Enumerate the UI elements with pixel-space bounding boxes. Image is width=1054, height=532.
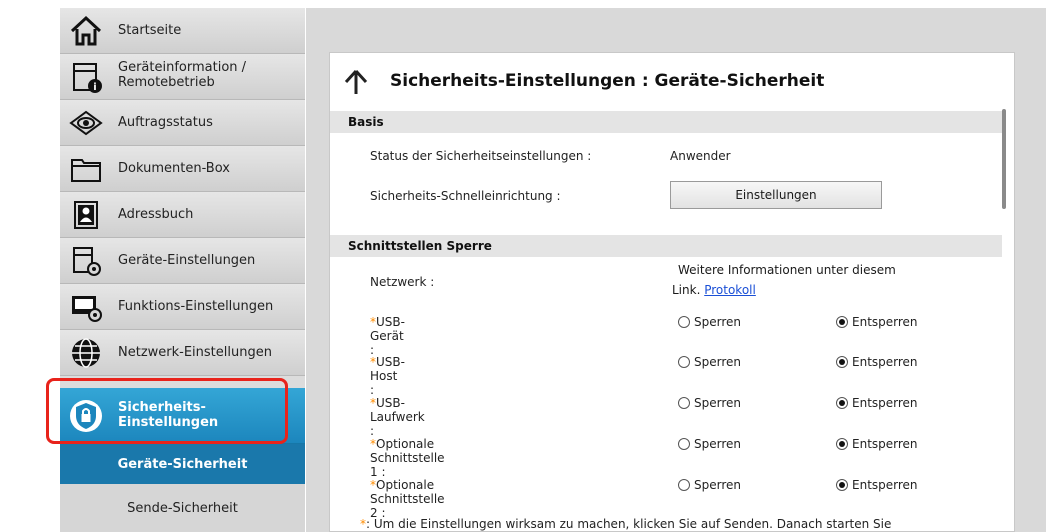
status-value: Anwender bbox=[670, 149, 731, 163]
radio-label: Entsperren bbox=[852, 355, 918, 369]
radio-unlock-usb-device[interactable]: Entsperren bbox=[836, 315, 918, 329]
section-header-basis: Basis bbox=[330, 111, 1002, 133]
interface-label: *Optionale Schnittstelle 2 : bbox=[370, 478, 445, 520]
sidebar-item-label: Geräte-Einstellungen bbox=[118, 253, 256, 268]
sidebar-item-startseite[interactable]: Startseite bbox=[60, 8, 305, 54]
content-panel: Sicherheits-Einstellungen : Geräte-Siche… bbox=[329, 52, 1015, 532]
sidebar-item-funktions-einstellungen[interactable]: Funktions-Einstellungen bbox=[60, 284, 305, 330]
sidebar-subitem-geraete-sicherheit[interactable]: Geräte-Sicherheit bbox=[60, 444, 305, 484]
app-window: Startseite i Geräteinformation / Remoteb… bbox=[0, 0, 1054, 532]
radio-circle-selected[interactable] bbox=[836, 479, 848, 491]
interface-label: *USB-Gerät : bbox=[370, 315, 405, 357]
home-icon bbox=[68, 14, 104, 48]
sidebar-item-label: Adressbuch bbox=[118, 207, 194, 222]
radio-circle[interactable] bbox=[678, 316, 690, 328]
eye-icon bbox=[68, 106, 104, 140]
interface-label: *USB-Host : bbox=[370, 355, 405, 397]
quick-setup-label: Sicherheits-Schnelleinrichtung : bbox=[370, 189, 561, 203]
address-book-icon bbox=[68, 198, 104, 232]
radio-circle-selected[interactable] bbox=[836, 438, 848, 450]
radio-lock-optional-1[interactable]: Sperren bbox=[678, 437, 741, 451]
arrow-up-icon[interactable] bbox=[344, 69, 368, 99]
radio-label: Entsperren bbox=[852, 437, 918, 451]
interface-label-text: USB-Host : bbox=[370, 355, 405, 397]
network-label: Netzwerk : bbox=[370, 275, 435, 289]
radio-label: Sperren bbox=[694, 355, 741, 369]
interface-label: *Optionale Schnittstelle 1 : bbox=[370, 437, 445, 479]
settings-button[interactable]: Einstellungen bbox=[670, 181, 882, 209]
sidebar-item-label: Netzwerk-Einstellungen bbox=[118, 345, 272, 360]
folder-icon bbox=[68, 152, 104, 186]
page-title: Sicherheits-Einstellungen : Geräte-Siche… bbox=[390, 71, 825, 91]
scrollbar[interactable] bbox=[1002, 109, 1006, 209]
sidebar-subitem-sende-sicherheit[interactable]: Sende-Sicherheit bbox=[60, 484, 305, 532]
sidebar-item-geraete-einstellungen[interactable]: Geräte-Einstellungen bbox=[60, 238, 305, 284]
sidebar-item-label: Funktions-Einstellungen bbox=[118, 299, 274, 314]
network-info-line2: Link. Protokoll bbox=[672, 283, 756, 297]
radio-label: Sperren bbox=[694, 437, 741, 451]
radio-circle-selected[interactable] bbox=[836, 356, 848, 368]
network-info-text: Link. bbox=[672, 283, 701, 297]
function-settings-icon bbox=[68, 290, 104, 324]
svg-text:i: i bbox=[93, 82, 96, 93]
sidebar: Startseite i Geräteinformation / Remoteb… bbox=[60, 8, 305, 532]
radio-unlock-usb-drive[interactable]: Entsperren bbox=[836, 396, 918, 410]
interface-label: *USB-Laufwerk : bbox=[370, 396, 425, 438]
sidebar-item-label: Auftragsstatus bbox=[118, 115, 213, 130]
highlight-box bbox=[46, 378, 288, 444]
radio-circle[interactable] bbox=[678, 479, 690, 491]
interface-label-text: Optionale Schnittstelle 2 : bbox=[370, 478, 445, 520]
radio-lock-usb-drive[interactable]: Sperren bbox=[678, 396, 741, 410]
radio-unlock-optional-2[interactable]: Entsperren bbox=[836, 478, 918, 492]
status-label: Status der Sicherheitseinstellungen : bbox=[370, 149, 592, 163]
sidebar-item-label: Geräteinformation / Remotebetrieb bbox=[118, 60, 246, 90]
radio-circle-selected[interactable] bbox=[836, 397, 848, 409]
sidebar-item-dokumenten-box[interactable]: Dokumenten-Box bbox=[60, 146, 305, 192]
sidebar-item-label: Startseite bbox=[118, 23, 182, 38]
footer-note-text: : Um die Einstellungen wirksam zu machen… bbox=[366, 517, 892, 531]
sidebar-item-label: Dokumenten-Box bbox=[118, 161, 230, 176]
radio-label: Sperren bbox=[694, 478, 741, 492]
sidebar-item-adressbuch[interactable]: Adressbuch bbox=[60, 192, 305, 238]
interface-label-text: USB-Laufwerk : bbox=[370, 396, 425, 438]
radio-circle[interactable] bbox=[678, 356, 690, 368]
sidebar-item-geraeteinformation[interactable]: i Geräteinformation / Remotebetrieb bbox=[60, 54, 305, 100]
sidebar-item-label-line2: Remotebetrieb bbox=[118, 75, 215, 90]
interface-label-text: Optionale Schnittstelle 1 : bbox=[370, 437, 445, 479]
radio-circle[interactable] bbox=[678, 438, 690, 450]
sidebar-item-auftragsstatus[interactable]: Auftragsstatus bbox=[60, 100, 305, 146]
protokoll-link[interactable]: Protokoll bbox=[704, 283, 756, 297]
globe-icon bbox=[68, 336, 104, 370]
radio-unlock-optional-1[interactable]: Entsperren bbox=[836, 437, 918, 451]
interface-label-text: USB-Gerät : bbox=[370, 315, 405, 357]
radio-label: Sperren bbox=[694, 396, 741, 410]
device-settings-icon bbox=[68, 244, 104, 278]
radio-unlock-usb-host[interactable]: Entsperren bbox=[836, 355, 918, 369]
radio-label: Entsperren bbox=[852, 478, 918, 492]
section-header-schnittstellen: Schnittstellen Sperre bbox=[330, 235, 1002, 257]
radio-circle[interactable] bbox=[678, 397, 690, 409]
sidebar-item-label-line1: Geräteinformation / bbox=[118, 60, 247, 75]
network-info-line1: Weitere Informationen unter diesem bbox=[678, 263, 896, 277]
radio-circle-selected[interactable] bbox=[836, 316, 848, 328]
radio-lock-usb-host[interactable]: Sperren bbox=[678, 355, 741, 369]
radio-lock-optional-2[interactable]: Sperren bbox=[678, 478, 741, 492]
radio-lock-usb-device[interactable]: Sperren bbox=[678, 315, 741, 329]
radio-label: Sperren bbox=[694, 315, 741, 329]
device-info-icon: i bbox=[68, 60, 104, 94]
sidebar-item-netzwerk-einstellungen[interactable]: Netzwerk-Einstellungen bbox=[60, 330, 305, 376]
radio-label: Entsperren bbox=[852, 396, 918, 410]
radio-label: Entsperren bbox=[852, 315, 918, 329]
footer-note: *: Um die Einstellungen wirksam zu mache… bbox=[360, 517, 891, 531]
